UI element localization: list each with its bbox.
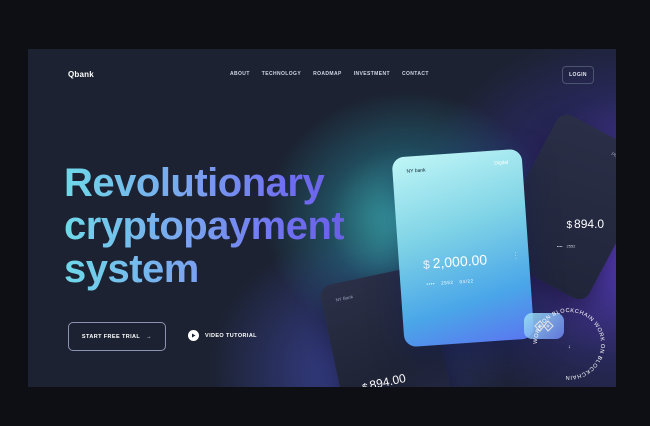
currency-symbol: $ (566, 220, 573, 232)
card-masked-digits: •••• (556, 243, 563, 249)
nav-item-technology[interactable]: TECHNOLOGY (262, 71, 301, 77)
start-free-trial-button[interactable]: START FREE TRIAL → (68, 322, 166, 351)
card-masked-digits: •••• (426, 281, 436, 287)
blockchain-ring-text: WORK ON BLOCKCHAIN WORK ON BLOCKCHAIN ↓ (533, 308, 605, 380)
nav-item-investment[interactable]: INVESTMENT (354, 71, 390, 77)
nav-item-roadmap[interactable]: ROADMAP (313, 71, 342, 77)
card-amount: 2,000.00 (432, 251, 488, 272)
card-type-label: Physical (610, 151, 616, 164)
nav-item-about[interactable]: ABOUT (230, 71, 250, 77)
play-icon (188, 330, 199, 341)
trial-label: START FREE TRIAL (81, 333, 141, 340)
currency-symbol: $ (422, 257, 431, 272)
card-balance: $894.00 (361, 371, 407, 387)
card-amount: 894.0 (574, 217, 605, 232)
currency-symbol: $ (361, 382, 369, 387)
card-balance: $2,000.00 (422, 251, 488, 272)
card-balance: $894.0 (566, 217, 604, 231)
main-nav: ABOUT TECHNOLOGY ROADMAP INVESTMENT CONT… (230, 71, 429, 77)
card-bank-label: NY Bank (335, 294, 354, 303)
card-number: •••• 2552 (557, 244, 576, 249)
headline-line-2: cryptopayment (64, 204, 345, 248)
card-number: •••• 2552 04/22 (426, 278, 474, 286)
arrow-right-icon: → (146, 333, 153, 340)
headline-line-3: system (64, 247, 199, 291)
more-icon: · · · (514, 250, 518, 263)
card-last-digits: 2552 (440, 279, 454, 286)
card-amount: 894.00 (368, 371, 408, 387)
hero-headline: Revolutionary cryptopayment system (64, 162, 344, 291)
logo[interactable]: Qbank (68, 70, 94, 79)
nav-item-contact[interactable]: CONTACT (402, 71, 429, 77)
login-button[interactable]: LOGIN (562, 66, 594, 84)
hero-section: Qbank ABOUT TECHNOLOGY ROADMAP INVESTMEN… (28, 49, 616, 387)
headline-line-1: Revolutionary (64, 161, 325, 205)
digital-card: NY bank Digital $2,000.00 · · · •••• 2552 … (391, 148, 535, 348)
card-expiry: 04/22 (459, 278, 474, 285)
video-tutorial-label: VIDEO TUTORIAL (205, 332, 257, 339)
card-last-digits: 2552 (566, 243, 576, 249)
card-bank-label: NY bank (406, 167, 426, 175)
svg-text:↓: ↓ (568, 344, 571, 350)
video-tutorial-button[interactable]: VIDEO TUTORIAL (188, 330, 257, 341)
card-type-label: Digital (494, 159, 509, 167)
